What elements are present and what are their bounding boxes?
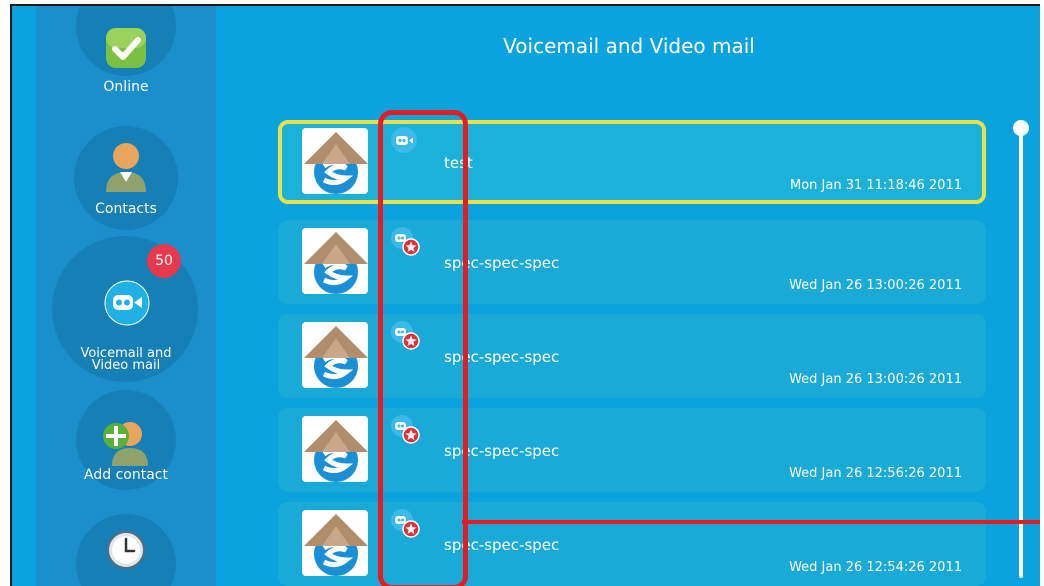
page-title: Voicemail and Video mail [503,34,755,58]
avatar [302,228,368,294]
avatar [302,128,368,194]
app-window: Online Contacts 50 Voicemail and Video m… [10,4,1040,586]
avatar [302,510,368,576]
skype-hat-icon [302,510,368,576]
sidebar-item-contacts[interactable]: Contacts [36,122,216,232]
scrollbar-thumb[interactable] [1013,120,1029,136]
message-date: Wed Jan 26 13:00:26 2011 [789,278,962,293]
sidebar-item-label: Contacts [95,201,157,217]
sidebar-item-online[interactable]: Online [36,6,216,116]
sidebar: Online Contacts 50 Voicemail and Video m… [36,6,216,586]
scrollbar-track[interactable] [1019,126,1023,578]
skype-hat-icon [302,128,368,194]
message-date: Wed Jan 26 12:56:26 2011 [789,466,962,481]
avatar [302,322,368,388]
skype-hat-icon [302,322,368,388]
annotation-callout-line [462,520,1040,524]
contact-person-icon [106,143,146,192]
message-date: Mon Jan 31 11:18:46 2011 [790,178,962,193]
sidebar-item-voicemail[interactable]: 50 Voicemail and Video mail [36,236,216,386]
avatar [302,416,368,482]
sidebar-item-label: Online [103,79,149,95]
sidebar-item-label: Voicemail and Video mail [80,346,172,373]
sidebar-item-label: Add contact [84,467,168,483]
message-date: Wed Jan 26 13:00:26 2011 [789,372,962,387]
annotation-highlight-box [378,110,468,586]
sidebar-item-add-contact[interactable]: Add contact [36,390,216,500]
videomail-icon [104,280,150,326]
unread-count-badge: 50 [147,244,181,278]
message-date: Wed Jan 26 12:54:26 2011 [789,560,962,575]
skype-hat-icon [302,416,368,482]
skype-hat-icon [302,228,368,294]
check-status-icon [106,28,146,68]
clock-icon [107,531,145,569]
add-contact-icon [103,422,148,466]
sidebar-item-history[interactable] [36,514,216,586]
